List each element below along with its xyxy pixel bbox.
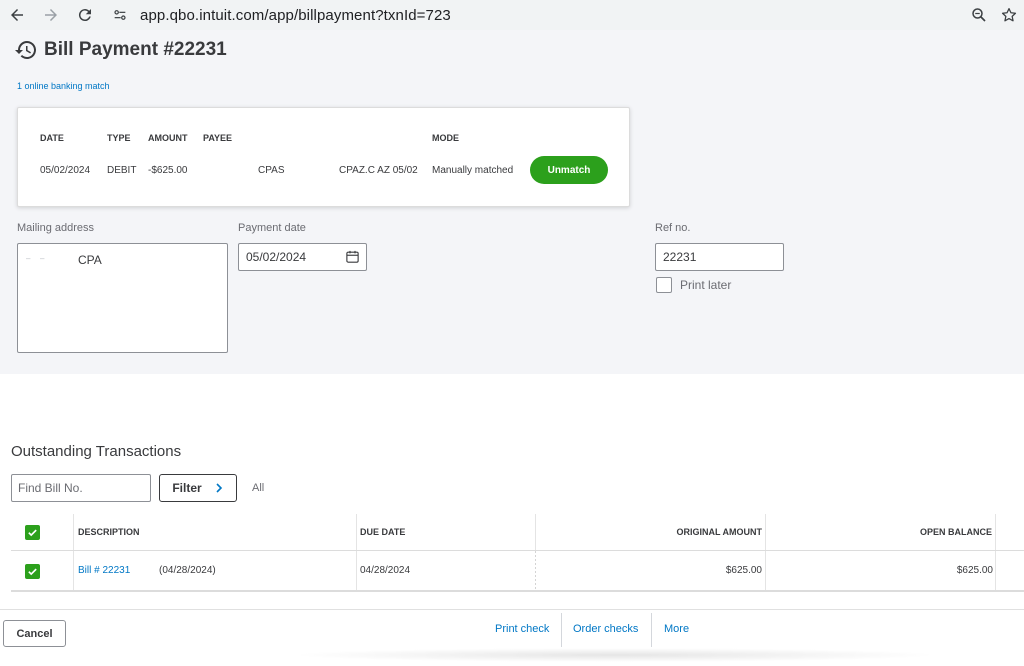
history-icon[interactable] (14, 38, 38, 62)
more-link[interactable]: More (664, 623, 689, 635)
ref-no-label: Ref no. (655, 222, 691, 234)
col-description[interactable]: DESCRIPTION (78, 527, 140, 537)
zoom-icon[interactable] (964, 0, 994, 30)
cancel-button[interactable]: Cancel (3, 620, 66, 647)
ref-no-field[interactable]: 22231 (655, 243, 784, 271)
unmatch-button[interactable]: Unmatch (530, 156, 608, 184)
col-original-amount[interactable]: ORIGINAL AMOUNT (677, 527, 763, 537)
url-text[interactable]: app.qbo.intuit.com/app/billpayment?txnId… (140, 7, 451, 24)
match-mode: Manually matched (432, 165, 514, 176)
order-checks-link[interactable]: Order checks (573, 623, 638, 635)
col-open-balance[interactable]: OPEN BALANCE (920, 527, 992, 537)
match-col-date: DATE (40, 133, 64, 143)
payment-date-label: Payment date (238, 222, 306, 234)
filter-button[interactable]: Filter (159, 474, 237, 502)
redacted-mark: – (40, 254, 45, 263)
print-later-option[interactable]: Print later (656, 277, 731, 293)
reload-icon[interactable] (68, 0, 102, 30)
filter-all-label: All (252, 482, 265, 494)
print-later-checkbox[interactable] (656, 277, 672, 293)
print-later-label: Print later (680, 278, 732, 292)
payment-date-value: 05/02/2024 (246, 250, 307, 264)
original-amount-cell: $625.00 (725, 565, 762, 576)
match-memo: CPAZ.C AZ 05/02 (339, 165, 418, 176)
match-amount: -$625.00 (148, 165, 188, 176)
open-balance-cell: $625.00 (956, 565, 993, 576)
due-date-cell: 04/28/2024 (360, 565, 411, 576)
footer-bar: Cancel Print check Order checks More (0, 609, 1024, 666)
redacted-mark: – (26, 254, 31, 263)
col-due-date[interactable]: DUE DATE (360, 527, 405, 537)
match-payee: CPAS (258, 165, 285, 176)
calendar-icon[interactable] (345, 249, 360, 264)
chevron-right-icon (216, 483, 222, 493)
banking-match-card: DATE TYPE AMOUNT PAYEE MODE 05/02/2024 D… (17, 107, 630, 207)
banking-match-link[interactable]: 1 online banking match (17, 81, 110, 91)
ref-no-value: 22231 (663, 250, 697, 264)
filter-label: Filter (172, 481, 202, 495)
site-settings-icon[interactable] (112, 7, 128, 23)
bookmark-star-icon[interactable] (994, 0, 1024, 30)
match-date: 05/02/2024 (40, 165, 91, 176)
bill-link[interactable]: Bill # 22231 (78, 565, 130, 576)
mailing-address-label: Mailing address (17, 222, 95, 234)
table-row: Bill # 22231 (04/28/2024) 04/28/2024 $62… (11, 551, 1024, 592)
bill-date: (04/28/2024) (159, 565, 216, 576)
find-bill-input[interactable] (11, 474, 151, 502)
page-title: Bill Payment #22231 (44, 39, 227, 60)
payment-date-field[interactable]: 05/02/2024 (238, 243, 367, 271)
row-checkbox[interactable] (25, 564, 40, 579)
forward-icon[interactable] (34, 0, 68, 30)
table-header: DESCRIPTION DUE DATE ORIGINAL AMOUNT OPE… (11, 514, 1024, 551)
back-icon[interactable] (0, 0, 34, 30)
outstanding-title: Outstanding Transactions (11, 443, 182, 460)
match-col-mode: MODE (432, 133, 459, 143)
footer-shadow (290, 648, 940, 662)
select-all-checkbox[interactable] (25, 525, 40, 540)
match-col-payee: PAYEE (203, 133, 233, 143)
mailing-address-field[interactable]: – – CPA (17, 243, 228, 353)
address-bar[interactable]: app.qbo.intuit.com/app/billpayment?txnId… (112, 0, 451, 30)
checkmark-icon (28, 529, 37, 537)
checkmark-icon (28, 568, 37, 576)
print-check-link[interactable]: Print check (495, 623, 549, 635)
match-col-amount: AMOUNT (148, 133, 188, 143)
bill-payment-header: Bill Payment #22231 1 online banking mat… (0, 30, 1024, 374)
mailing-address-value: CPA (78, 253, 102, 267)
match-col-type: TYPE (107, 133, 131, 143)
match-type: DEBIT (107, 165, 137, 176)
outstanding-table: DESCRIPTION DUE DATE ORIGINAL AMOUNT OPE… (11, 514, 1024, 592)
browser-toolbar: app.qbo.intuit.com/app/billpayment?txnId… (0, 0, 1024, 30)
